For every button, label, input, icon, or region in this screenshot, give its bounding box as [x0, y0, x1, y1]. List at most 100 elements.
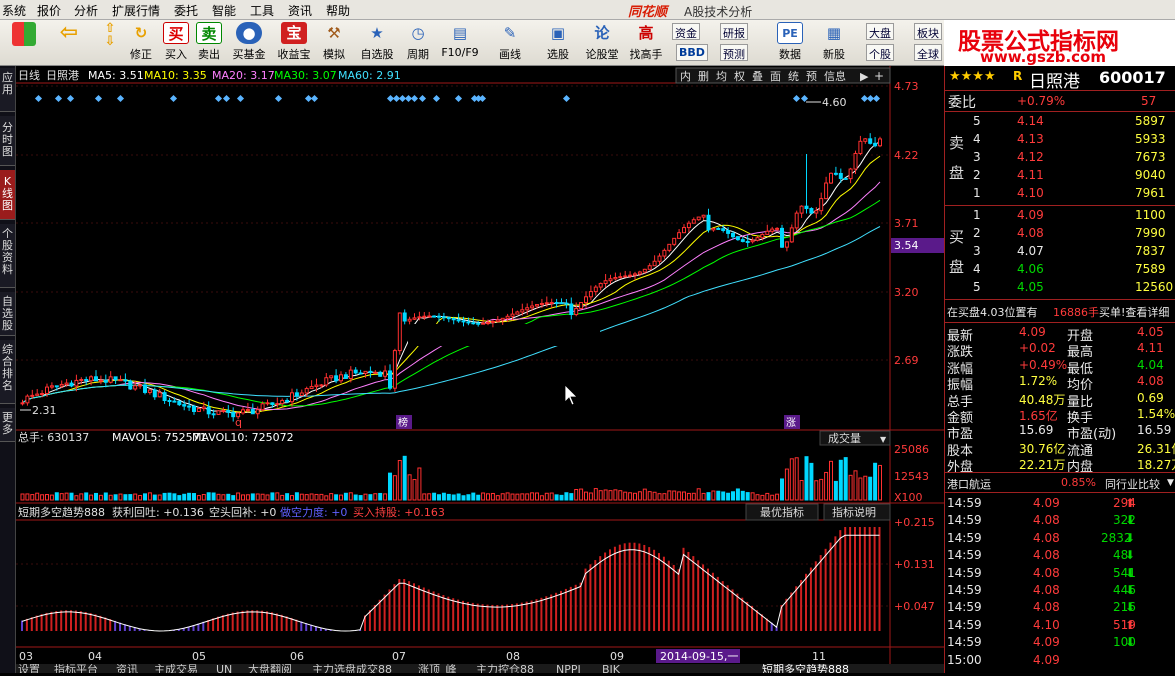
candle-body — [658, 256, 661, 261]
volume-bar — [286, 494, 289, 500]
up-down-button[interactable]: ⇧⇩ — [96, 22, 124, 64]
tab-stock-info[interactable]: 个股资料 — [0, 224, 15, 288]
indicator-bar — [50, 612, 52, 631]
volume-bar — [65, 493, 68, 500]
tool-forecast[interactable]: 预 — [806, 70, 817, 83]
forum-button[interactable]: 论 论股堂 — [582, 22, 622, 64]
candle-body — [359, 373, 362, 374]
tool-stats[interactable]: 统 — [788, 70, 799, 83]
chart-area[interactable]: 日线 日照港 MA5: 3.51 MA10: 3.35 MA20: 3.17 M… — [16, 66, 944, 673]
menu-smart[interactable]: 智能 — [212, 2, 236, 19]
market-button[interactable]: 大盘 — [866, 23, 894, 40]
indicator-bar — [90, 613, 92, 631]
buy-fund-button[interactable]: ● 买基金 — [228, 22, 270, 64]
indicator-bar — [555, 593, 557, 631]
volume-bar — [21, 494, 24, 500]
menu-quote[interactable]: 报价 — [37, 2, 61, 19]
candle-body — [158, 393, 161, 397]
tool-restore[interactable]: 内 — [680, 69, 691, 83]
fund-flow-button[interactable]: 资金 — [672, 23, 700, 40]
bottom-tab-active-indicator[interactable]: 短期多空趋势888 — [762, 664, 849, 673]
indicator-bar — [810, 568, 812, 631]
tool-delete[interactable]: 删 — [698, 70, 709, 83]
indicator-bar — [643, 545, 645, 631]
stock-button[interactable]: 个股 — [866, 44, 894, 61]
candle-body — [805, 206, 808, 208]
menu-analysis[interactable]: 分析 — [74, 2, 98, 19]
draw-line-button[interactable]: ✎ 画线 — [492, 22, 528, 64]
bottom-tab-settings[interactable]: 设置 — [18, 664, 40, 673]
watchlist-button[interactable]: ★ 自选股 — [356, 22, 398, 64]
volume-bar — [624, 492, 627, 500]
stock-name: 日照港 — [1029, 67, 1080, 92]
research-button[interactable]: 研报 — [720, 23, 748, 40]
bottom-tab-main-select[interactable]: 主力选盘成交88 — [312, 664, 392, 673]
volume-bar — [643, 489, 646, 500]
candle-body — [609, 279, 612, 281]
industry-compare-link[interactable]: 同行业比较 — [1105, 476, 1160, 492]
candle-body — [60, 384, 63, 386]
tab-kline[interactable]: K线图 — [0, 170, 15, 220]
indicator-bar — [839, 530, 841, 631]
menu-trade[interactable]: 委托 — [174, 2, 198, 19]
bbd-button[interactable]: BBD — [676, 44, 708, 61]
data-button[interactable]: PE 数据 — [772, 22, 808, 64]
menu-extended-quote[interactable]: 扩展行情 — [112, 2, 160, 19]
find-expert-button[interactable]: 高 找高手 — [626, 22, 666, 64]
candle-body — [570, 304, 573, 315]
tab-more[interactable]: 更多 — [0, 408, 15, 442]
menu-tools[interactable]: 工具 — [250, 2, 274, 19]
candle-body — [281, 400, 284, 403]
global-button[interactable]: 全球 — [914, 44, 942, 61]
tool-next-icon[interactable]: ▶ — [860, 70, 869, 83]
back-button[interactable]: ⇦ — [52, 22, 86, 64]
bottom-tab-nppi[interactable]: NPPI — [556, 664, 581, 673]
layout-button[interactable] — [4, 22, 44, 64]
simulate-button[interactable]: ⚒ 模拟 — [318, 22, 350, 64]
order-link[interactable]: 买单!查看详细 — [1099, 304, 1169, 320]
tab-watchlist[interactable]: 自选股 — [0, 292, 15, 336]
bottom-tab-indicator-platform[interactable]: 指标平台 — [54, 664, 98, 673]
new-stock-button[interactable]: ▦ 新股 — [816, 22, 852, 64]
bottom-tab-control[interactable]: 主力控仓88 — [476, 664, 534, 673]
buy-button[interactable]: 买 买入 — [160, 22, 192, 64]
candle-body — [95, 377, 98, 381]
bottom-tab-market[interactable]: 大盘翻阅 — [248, 664, 292, 673]
tool-average[interactable]: 均 — [716, 70, 727, 83]
bottom-tab-limit-peak[interactable]: 涨顶_峰 — [418, 664, 457, 673]
indicator-bar — [594, 560, 596, 631]
sell-button[interactable]: 卖 卖出 — [193, 22, 225, 64]
kline-chart-svg[interactable]: 日线 日照港 MA5: 3.51 MA10: 3.35 MA20: 3.17 M… — [16, 66, 944, 673]
screener-button[interactable]: ▣ 选股 — [540, 22, 576, 64]
period-button[interactable]: ◷ 周期 — [400, 22, 436, 64]
bottom-tab-un[interactable]: UN — [216, 664, 232, 673]
f10-button[interactable]: ▤ F10/F9 — [440, 22, 480, 64]
menu-news[interactable]: 资讯 — [288, 2, 312, 19]
indicator-bar — [379, 600, 381, 631]
low-annotation: 2.31 — [32, 404, 57, 417]
order-notice-row[interactable]: 在买盘4.03位置有 16886手 买单!查看详细 — [945, 303, 1175, 320]
indicator-bar — [800, 580, 802, 631]
earnings-button[interactable]: 宝 收益宝 — [274, 22, 314, 64]
candle-body — [452, 319, 455, 320]
tab-intraday[interactable]: 分时图 — [0, 116, 15, 166]
bottom-tab-news[interactable]: 资讯 — [116, 664, 138, 673]
menu-system[interactable]: 系统 — [2, 2, 26, 19]
tab-apps[interactable]: 应用 — [0, 68, 15, 112]
tool-plus-icon[interactable]: + — [874, 69, 884, 83]
correct-button[interactable]: ↻ 修正 — [126, 22, 156, 64]
down-arrow-icon: ⬇ — [1125, 600, 1135, 614]
sector-button[interactable]: 板块 — [914, 23, 942, 40]
forecast-button[interactable]: 预测 — [720, 44, 748, 61]
tool-rights[interactable]: 权 — [734, 70, 745, 83]
menu-help[interactable]: 帮助 — [326, 2, 350, 19]
tool-overlay[interactable]: 叠 — [752, 70, 763, 83]
tool-info[interactable]: 信息 — [824, 69, 846, 83]
bottom-tab-bjk[interactable]: BJK — [602, 664, 620, 673]
bid-level: 4 — [973, 262, 981, 276]
tool-surface[interactable]: 面 — [770, 70, 781, 83]
bottom-tab-main-trades[interactable]: 主成交易 — [154, 664, 198, 673]
indicator-bar — [506, 605, 508, 631]
tab-ranking[interactable]: 综合排名 — [0, 340, 15, 404]
stock-code: 600017 — [1099, 68, 1166, 87]
